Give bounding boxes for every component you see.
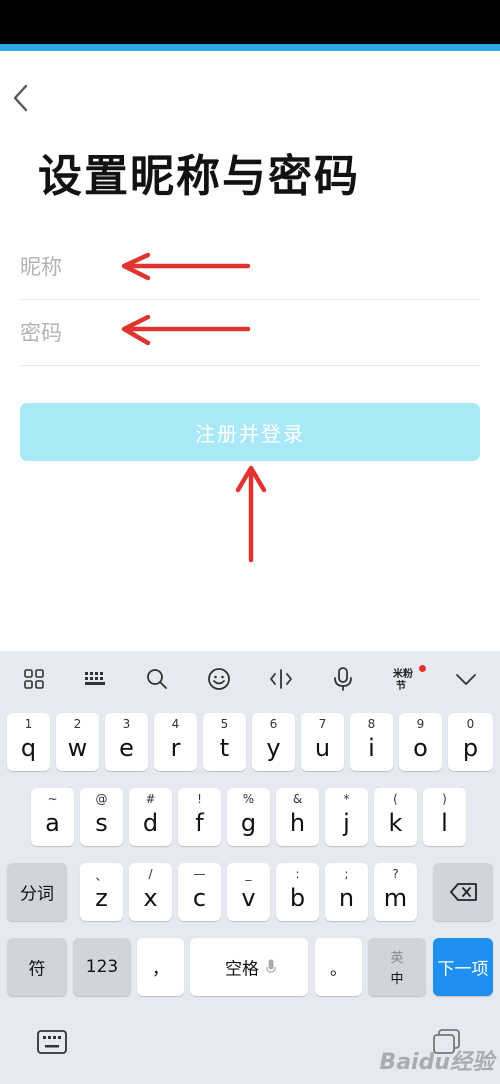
- symbol-key[interactable]: 符: [7, 938, 67, 996]
- key-n[interactable]: ; n: [325, 863, 368, 921]
- keyboard-toolbar: 米粉节: [0, 651, 500, 707]
- microphone-icon[interactable]: [325, 663, 361, 695]
- keyboard-switch-button[interactable]: [36, 1027, 68, 1057]
- keyboard-switch-icon: [37, 1030, 67, 1054]
- watermark: Baidu经验: [379, 1050, 494, 1075]
- key-z[interactable]: 、 z: [80, 863, 123, 921]
- soft-keyboard: 米粉节 1q 2w 3e 4r 5t 6y 7u 8i 9o 0p ~ a @ s …: [0, 651, 500, 1084]
- annotation-arrow-register: [235, 465, 267, 563]
- key-f[interactable]: ! f: [178, 788, 221, 846]
- key-k[interactable]: (k: [374, 788, 417, 846]
- backspace-key[interactable]: [433, 863, 493, 921]
- key-m[interactable]: ? m: [374, 863, 417, 921]
- key-v[interactable]: _ v: [227, 863, 270, 921]
- key-g[interactable]: % g: [227, 788, 270, 846]
- password-field[interactable]: [20, 300, 480, 366]
- key-t[interactable]: 5t: [203, 713, 246, 771]
- key-o[interactable]: 9o: [399, 713, 442, 771]
- key-c[interactable]: — c: [178, 863, 221, 921]
- notification-dot: [419, 665, 426, 672]
- grid-icon[interactable]: [16, 663, 52, 695]
- key-h[interactable]: & h: [276, 788, 319, 846]
- space-key[interactable]: 空格: [190, 938, 308, 996]
- key-u[interactable]: 7u: [301, 713, 344, 771]
- language-switch-key[interactable]: 英 中: [368, 938, 426, 996]
- page-title: 设置昵称与密码: [38, 151, 360, 202]
- accent-line: [0, 44, 500, 51]
- keyboard-icon[interactable]: [77, 663, 113, 695]
- key-q[interactable]: 1q: [7, 713, 50, 771]
- nickname-input[interactable]: [20, 234, 480, 299]
- back-chevron-icon: [13, 84, 28, 112]
- svg-text:节: 节: [396, 679, 406, 692]
- next-item-key[interactable]: 下一项: [433, 938, 493, 996]
- key-b[interactable]: :b: [276, 863, 319, 921]
- key-e[interactable]: 3e: [105, 713, 148, 771]
- svg-text:米粉: 米粉: [393, 667, 413, 680]
- key-r[interactable]: 4r: [154, 713, 197, 771]
- register-login-button[interactable]: 注册并登录: [20, 403, 480, 461]
- key-l[interactable]: ) l: [423, 788, 466, 846]
- key-i[interactable]: 8i: [350, 713, 393, 771]
- key-p[interactable]: 0p: [448, 713, 493, 771]
- nickname-field[interactable]: [20, 234, 480, 300]
- key-w[interactable]: 2w: [56, 713, 99, 771]
- cursor-icon[interactable]: [263, 663, 299, 695]
- period-key[interactable]: 。: [315, 938, 362, 996]
- segment-key[interactable]: 分词: [7, 863, 67, 921]
- status-bar: [0, 0, 500, 44]
- key-d[interactable]: # d: [129, 788, 172, 846]
- emoji-icon[interactable]: [201, 663, 237, 695]
- key-x[interactable]: / x: [129, 863, 172, 921]
- sticker-icon[interactable]: 米粉节: [387, 663, 426, 695]
- key-s[interactable]: @ s: [80, 788, 123, 846]
- back-button[interactable]: [6, 80, 36, 116]
- key-a[interactable]: ~ a: [31, 788, 74, 846]
- collapse-chevron-icon[interactable]: [448, 663, 484, 695]
- number-key[interactable]: 123: [73, 938, 131, 996]
- key-j[interactable]: * j: [325, 788, 368, 846]
- space-mic-icon: [266, 959, 276, 973]
- password-input[interactable]: [20, 300, 480, 365]
- search-icon[interactable]: [139, 663, 175, 695]
- key-y[interactable]: 6y: [252, 713, 295, 771]
- backspace-icon: [450, 883, 477, 901]
